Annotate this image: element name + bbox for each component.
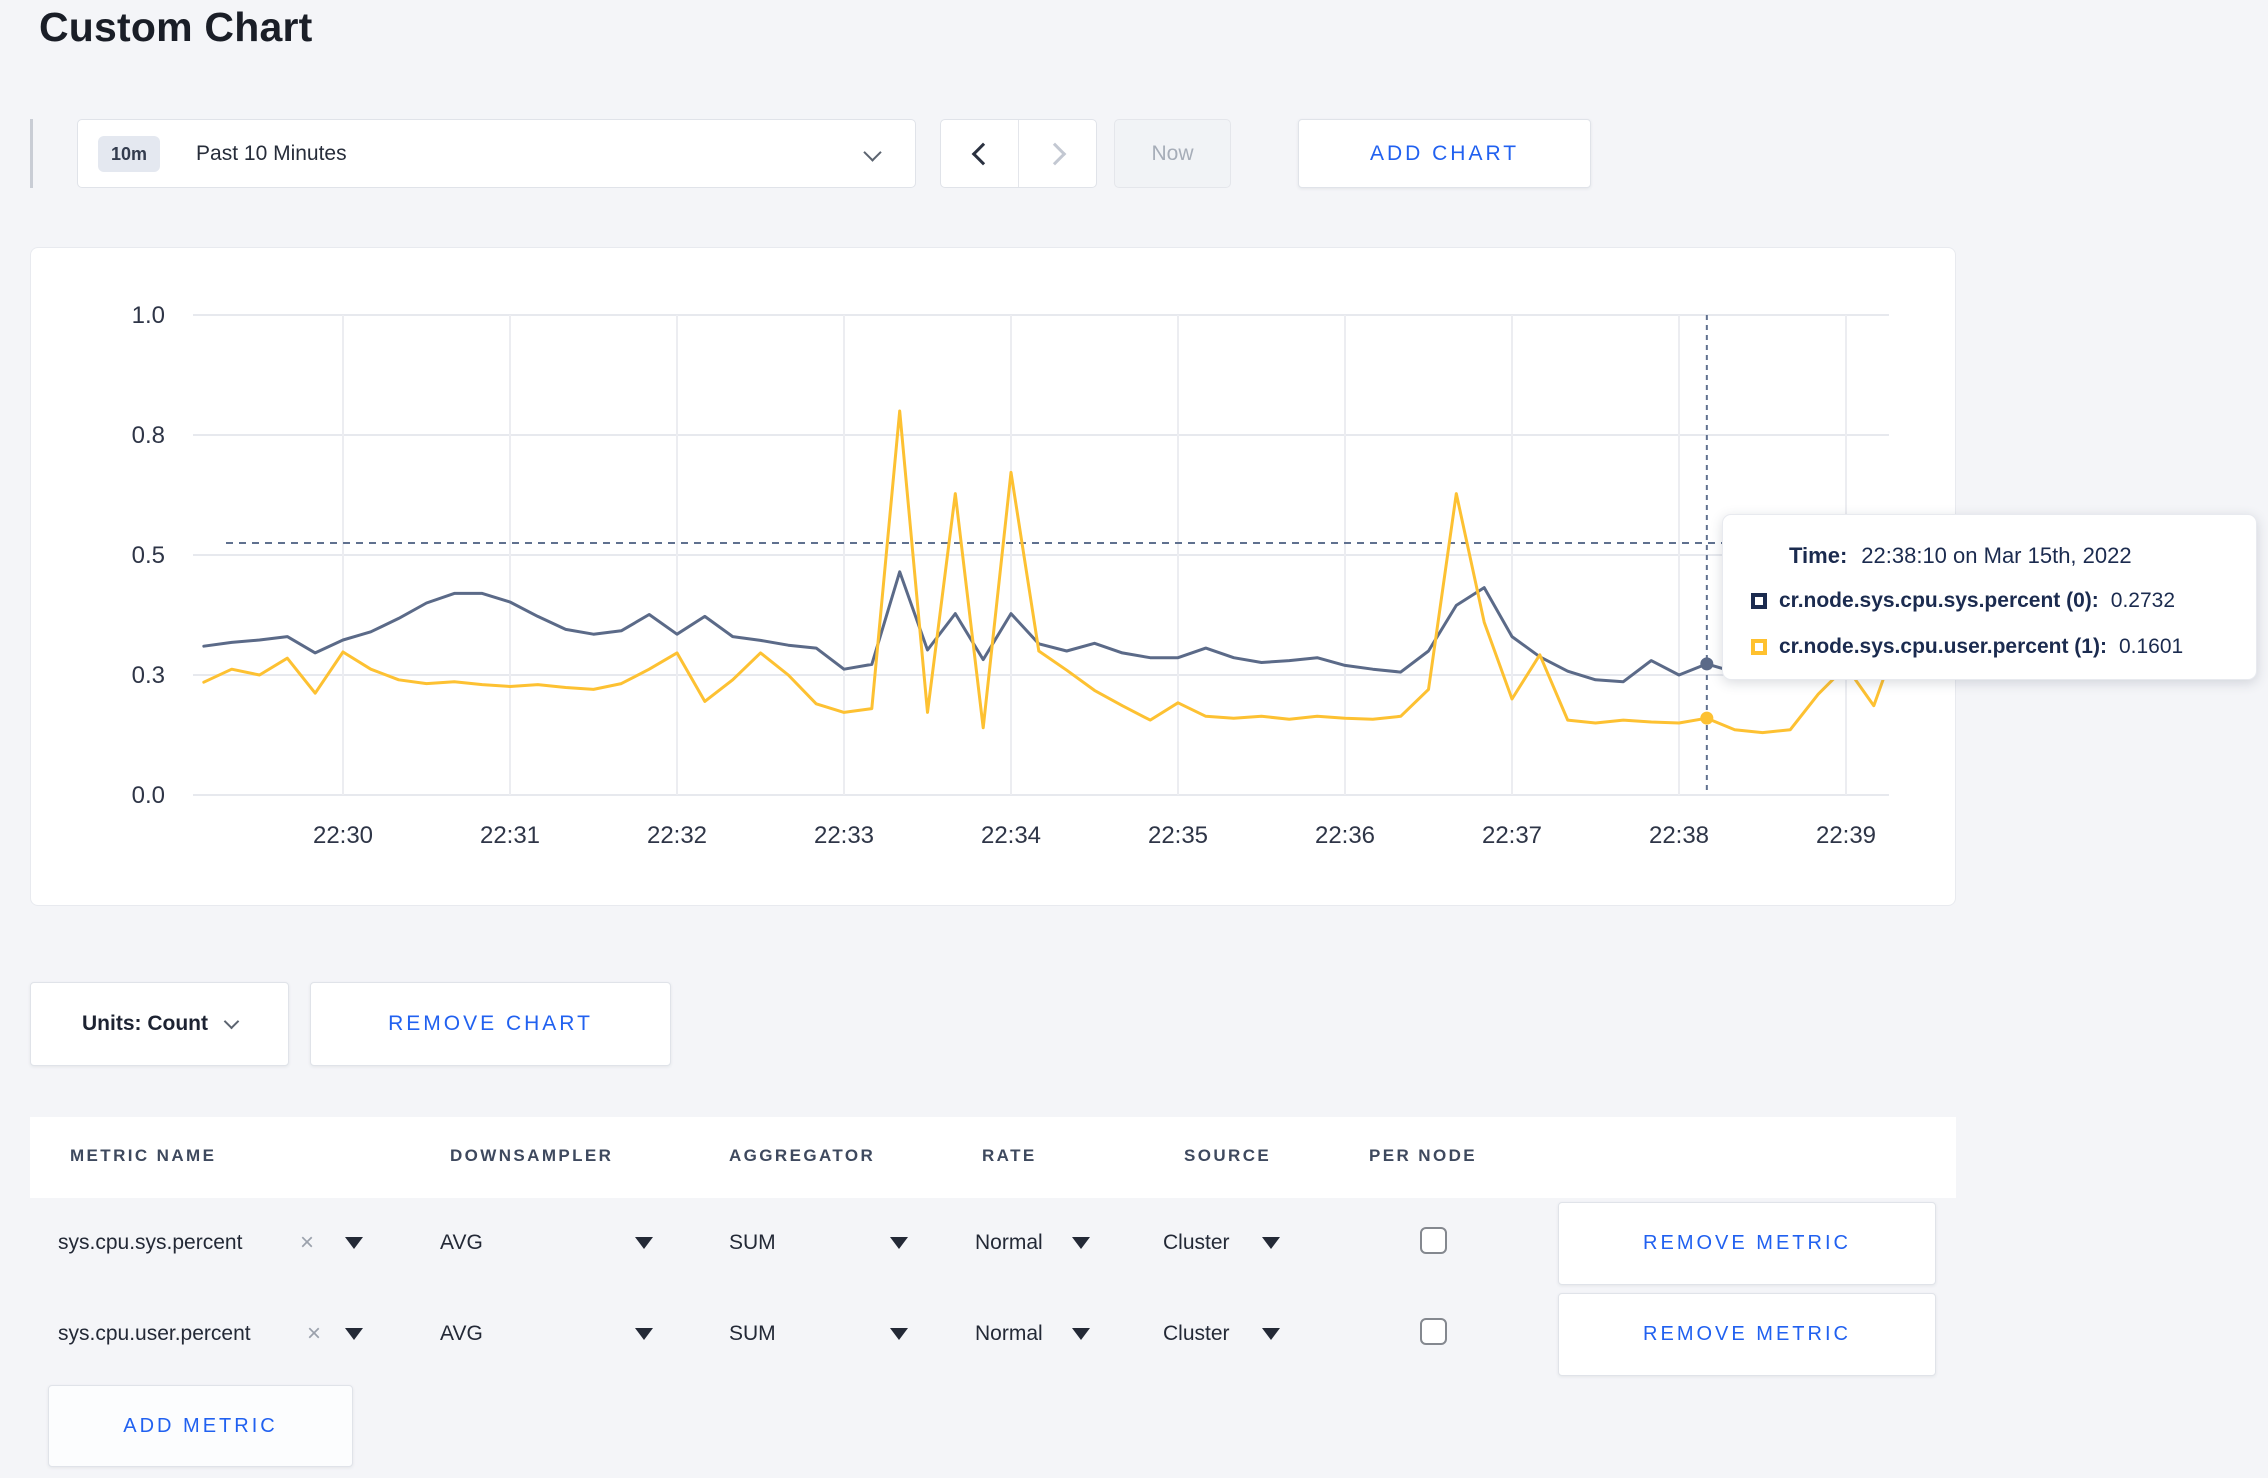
add-metric-button[interactable]: ADD METRIC <box>48 1385 353 1467</box>
chart-card: 0.0 0.3 0.5 0.8 1.0 22:30 22:31 22:32 22:33 22:34… <box>30 247 1956 906</box>
tooltip-time-row: Time: 22:38:10 on Mar 15th, 2022 <box>1789 543 2132 569</box>
next-time-button[interactable] <box>1018 120 1096 187</box>
chevron-right-icon <box>1043 142 1066 165</box>
tooltip-series-name: cr.node.sys.cpu.sys.percent (0): <box>1779 589 2099 612</box>
downsampler-caret-icon[interactable] <box>635 1237 653 1249</box>
series-line <box>202 570 1890 684</box>
prev-time-button[interactable] <box>941 120 1018 187</box>
x-axis-label: 22:38 <box>1649 822 1709 849</box>
toolbar-left-divider <box>30 119 33 188</box>
rate-select[interactable]: Normal <box>975 1231 1043 1255</box>
col-header-aggregator: AGGREGATOR <box>729 1146 876 1165</box>
chevron-down-icon <box>863 143 882 162</box>
x-axis-label: 22:32 <box>647 822 707 849</box>
time-range-badge: 10m <box>98 135 161 172</box>
series-line <box>202 409 1890 735</box>
x-axis-label: 22:39 <box>1816 822 1876 849</box>
x-axis-label: 22:30 <box>313 822 373 849</box>
time-range-dropdown[interactable]: 10m Past 10 Minutes <box>77 119 916 188</box>
aggregator-select[interactable]: SUM <box>729 1231 776 1255</box>
chevron-left-icon <box>971 142 994 165</box>
col-header-rate: RATE <box>982 1146 1037 1165</box>
tooltip-series-value: 0.2732 <box>2110 589 2176 612</box>
rate-caret-icon[interactable] <box>1072 1237 1090 1249</box>
x-axis-label: 22:37 <box>1482 822 1542 849</box>
time-range-label: Past 10 Minutes <box>196 141 347 165</box>
source-caret-icon[interactable] <box>1262 1328 1280 1340</box>
downsampler-caret-icon[interactable] <box>635 1328 653 1340</box>
metric-dropdown-caret-icon[interactable] <box>345 1237 363 1249</box>
col-header-per-node: PER NODE <box>1369 1146 1477 1165</box>
y-axis-label: 0.5 <box>132 542 165 569</box>
col-header-source: SOURCE <box>1184 1146 1272 1165</box>
metric-name-value[interactable]: sys.cpu.user.percent <box>58 1322 251 1346</box>
tooltip-series-row: cr.node.sys.cpu.user.percent (1): 0.1601 <box>1751 635 2183 659</box>
y-axis-label: 0.0 <box>132 782 165 809</box>
rate-select[interactable]: Normal <box>975 1322 1043 1346</box>
time-step-group <box>940 119 1097 188</box>
chart-tooltip: Time: 22:38:10 on Mar 15th, 2022 cr.node… <box>1722 514 2257 680</box>
remove-metric-button[interactable]: REMOVE METRIC <box>1558 1293 1936 1376</box>
source-select[interactable]: Cluster <box>1163 1322 1230 1346</box>
downsampler-select[interactable]: AVG <box>440 1231 483 1255</box>
tooltip-time-label: Time: <box>1789 543 1848 568</box>
y-axis-label: 0.3 <box>132 662 165 689</box>
timeseries-chart[interactable]: 0.0 0.3 0.5 0.8 1.0 22:30 22:31 22:32 22:33 22:34… <box>31 248 1957 907</box>
x-axis-label: 22:35 <box>1148 822 1208 849</box>
aggregator-caret-icon[interactable] <box>890 1237 908 1249</box>
col-header-downsampler: DOWNSAMPLER <box>450 1146 614 1165</box>
rate-caret-icon[interactable] <box>1072 1328 1090 1340</box>
units-dropdown[interactable]: Units: Count <box>30 982 289 1066</box>
aggregator-caret-icon[interactable] <box>890 1328 908 1340</box>
source-caret-icon[interactable] <box>1262 1237 1280 1249</box>
hover-point <box>1700 711 1714 725</box>
units-label: Units: Count <box>82 1012 208 1035</box>
tooltip-series-row: cr.node.sys.cpu.sys.percent (0): 0.2732 <box>1751 589 2175 613</box>
col-header-metric-name: METRIC NAME <box>70 1146 217 1165</box>
x-axis-label: 22:33 <box>814 822 874 849</box>
custom-chart-page: { "page": { "title": "Custom Chart" }, "… <box>0 0 2268 1478</box>
remove-metric-button[interactable]: REMOVE METRIC <box>1558 1202 1936 1285</box>
source-select[interactable]: Cluster <box>1163 1231 1230 1255</box>
per-node-checkbox[interactable] <box>1420 1227 1447 1254</box>
x-axis-label: 22:31 <box>480 822 540 849</box>
clear-metric-icon[interactable]: × <box>307 1320 321 1348</box>
metric-dropdown-caret-icon[interactable] <box>345 1328 363 1340</box>
now-button[interactable]: Now <box>1114 119 1231 188</box>
add-chart-button[interactable]: ADD CHART <box>1298 119 1591 188</box>
user-series-swatch-icon <box>1751 639 1767 655</box>
metric-name-value[interactable]: sys.cpu.sys.percent <box>58 1231 242 1255</box>
clear-metric-icon[interactable]: × <box>300 1229 314 1257</box>
downsampler-select[interactable]: AVG <box>440 1322 483 1346</box>
chevron-down-icon <box>223 1013 240 1029</box>
y-axis-label: 0.8 <box>132 422 165 449</box>
x-axis-label: 22:36 <box>1315 822 1375 849</box>
page-title: Custom Chart <box>39 4 313 50</box>
tooltip-series-name: cr.node.sys.cpu.user.percent (1): <box>1779 635 2107 658</box>
hover-point <box>1700 657 1714 671</box>
x-axis-label: 22:34 <box>981 822 1041 849</box>
tooltip-series-value: 0.1601 <box>2118 635 2184 658</box>
sys-series-swatch-icon <box>1751 593 1767 609</box>
y-axis-label: 1.0 <box>132 302 165 329</box>
remove-chart-button[interactable]: REMOVE CHART <box>310 982 671 1066</box>
per-node-checkbox[interactable] <box>1420 1318 1447 1345</box>
tooltip-time-value: 22:38:10 on Mar 15th, 2022 <box>1861 543 2132 568</box>
aggregator-select[interactable]: SUM <box>729 1322 776 1346</box>
